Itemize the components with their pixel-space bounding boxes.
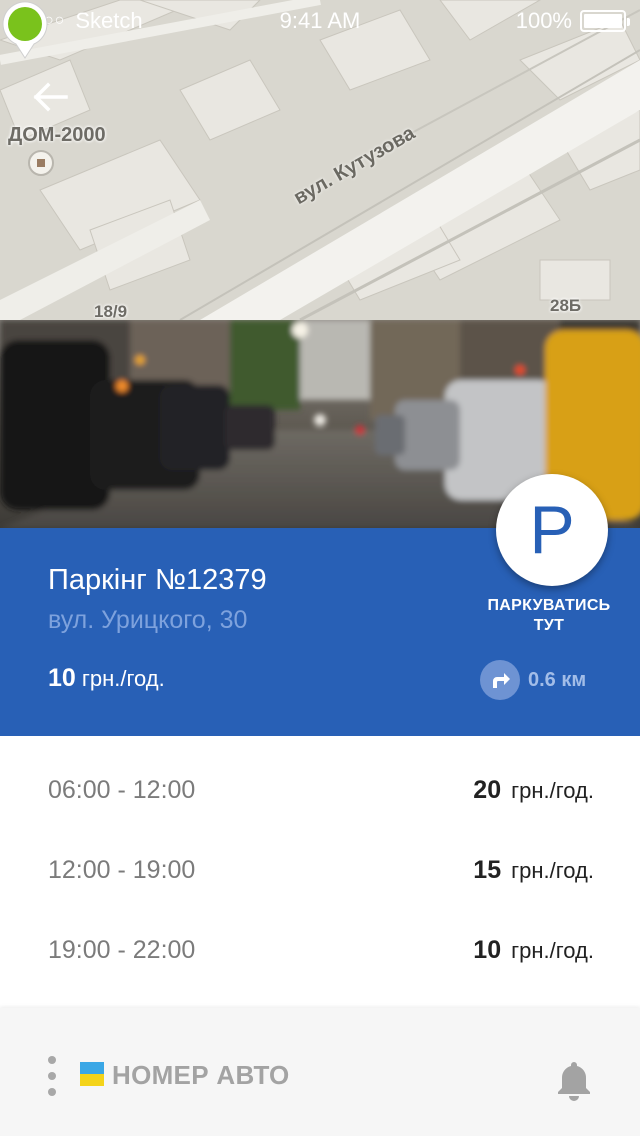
distance-text: 0.6 км <box>528 668 587 691</box>
parking-address: вул. Урицкого, 30 <box>48 606 248 634</box>
schedule-row: 19:00 - 22:00 10 грн./год. <box>0 920 640 980</box>
park-here-label-line1: ПАРКУВАТИСЬ <box>487 597 611 614</box>
location-pin-icon[interactable] <box>0 0 50 60</box>
directions-icon <box>480 660 520 700</box>
poi-marker-icon[interactable] <box>28 150 54 176</box>
ukraine-flag-icon <box>80 1062 104 1086</box>
parking-price: 10 грн./год. <box>48 664 165 693</box>
park-here-label-line2: ТУТ <box>533 617 565 634</box>
distance-indicator[interactable]: 0.6 км <box>480 660 586 700</box>
map-house-number: 28Б <box>550 296 582 315</box>
schedule-price-value: 15 <box>473 856 502 884</box>
map-tiles <box>0 0 640 320</box>
schedule-row: 06:00 - 12:00 20 грн./год. <box>0 760 640 820</box>
schedule-price-value: 20 <box>473 776 502 804</box>
map-view[interactable]: ●●●○○ Sketch 9:41 AM 100% ДОМ-2000 вул. … <box>0 0 640 320</box>
price-value: 10 <box>48 664 76 692</box>
park-here-button[interactable]: P <box>496 474 608 586</box>
parking-title: Паркінг №12379 <box>48 564 267 596</box>
parking-p-icon: P <box>529 492 575 568</box>
back-button[interactable] <box>32 82 80 130</box>
battery-percent: 100% <box>515 8 572 33</box>
schedule-price: 15 грн./год. <box>473 856 594 885</box>
schedule-price: 20 грн./год. <box>473 776 594 805</box>
schedule-row: 12:00 - 19:00 15 грн./год. <box>0 840 640 900</box>
battery-icon <box>580 10 630 32</box>
schedule-time: 12:00 - 19:00 <box>48 856 196 884</box>
map-house-number: 18/9 <box>94 302 128 320</box>
back-arrow-icon <box>33 82 68 112</box>
park-here-label[interactable]: ПАРКУВАТИСЬ ТУТ <box>470 596 628 636</box>
schedule-price-unit: грн./год. <box>511 858 594 883</box>
price-unit: грн./год. <box>81 666 165 691</box>
notification-bell-icon[interactable] <box>552 1058 596 1102</box>
more-menu-icon[interactable] <box>42 1056 62 1096</box>
schedule-price: 10 грн./год. <box>473 936 594 965</box>
bottom-bar: НОМЕР АВТО <box>0 1008 640 1136</box>
car-plate-input[interactable]: НОМЕР АВТО <box>112 1060 290 1091</box>
schedule-time: 06:00 - 12:00 <box>48 776 196 804</box>
schedule-price-value: 10 <box>473 936 502 964</box>
status-bar: ●●●○○ Sketch 9:41 AM 100% <box>0 0 640 40</box>
schedule-price-unit: грн./год. <box>511 938 594 963</box>
tariff-schedule: 06:00 - 12:00 20 грн./год. 12:00 - 19:00… <box>0 736 640 1006</box>
schedule-time: 19:00 - 22:00 <box>48 936 196 964</box>
schedule-price-unit: грн./год. <box>511 778 594 803</box>
